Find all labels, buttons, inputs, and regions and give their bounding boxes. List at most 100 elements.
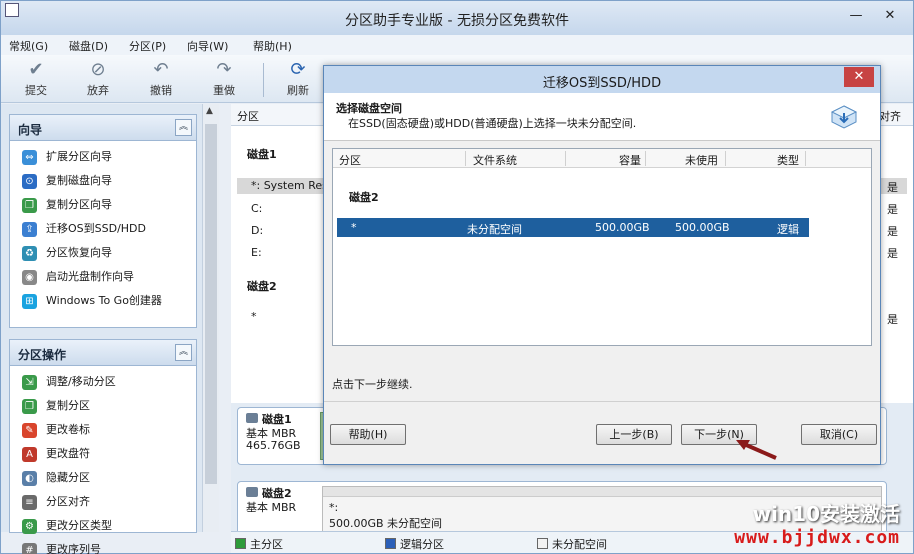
refresh-icon: ⟳ (290, 59, 306, 80)
copy-disk-icon: ⊙ (22, 174, 37, 189)
disk-space-list: 分区 文件系统 容量 未使用 类型 磁盘2 * 未分配空间 500.00GB 5… (332, 148, 872, 346)
migrate-os-dialog: 迁移OS到SSD/HDD ✕ 选择磁盘空间 在SSD(固态硬盘)或HDD(普通硬… (323, 65, 881, 465)
partition-ops-header: 分区操作 ︽ (10, 340, 196, 366)
wizard-migrate-os[interactable]: ⇪ 迁移OS到SSD/HDD (10, 217, 196, 241)
wizard-extend-partition[interactable]: ⇔ 扩展分区向导 (10, 145, 196, 169)
op-change-type[interactable]: ⚙ 更改分区类型 (10, 514, 196, 538)
disk2-usage-bar (323, 487, 881, 497)
serial-icon: # (22, 543, 37, 554)
copy-partition-icon: ❐ (22, 198, 37, 213)
op-hide-partition[interactable]: ◐ 隐藏分区 (10, 466, 196, 490)
align-icon: ≡ (22, 495, 37, 510)
undo-icon: ↶ (153, 59, 169, 80)
migrate-os-icon: ⇪ (22, 222, 37, 237)
menu-help[interactable]: 帮助(H) (253, 38, 292, 54)
legend-unallocated: 未分配空间 (537, 536, 607, 552)
commit-button[interactable]: ✔ 提交 (11, 59, 61, 101)
unallocated-space-row[interactable]: * 未分配空间 500.00GB 500.00GB 逻辑 (337, 218, 809, 237)
type-icon: ⚙ (22, 519, 37, 534)
col-divider (565, 151, 566, 166)
menu-partition[interactable]: 分区(P) (129, 38, 166, 54)
minimize-button[interactable]: — (843, 5, 869, 27)
legend-logical-swatch (385, 538, 396, 549)
dialog-close-button[interactable]: ✕ (844, 67, 874, 87)
wizard-partition-recovery[interactable]: ♻ 分区恢复向导 (10, 241, 196, 265)
toolbar-separator (263, 63, 264, 97)
wizard-group-header: 向导 ︽ (10, 115, 196, 141)
label-icon: ✎ (22, 423, 37, 438)
op-align-partition[interactable]: ≡ 分区对齐 (10, 490, 196, 514)
dialog-hint: 点击下一步继续. (332, 378, 413, 391)
left-pane: 向导 ︽ ⇔ 扩展分区向导 ⊙ 复制磁盘向导 ❐ 复制分区向导 ⇪ 迁移OS到SSD/H… (1, 104, 219, 554)
menu-general[interactable]: 常规(G) (9, 38, 48, 54)
disk1-label: 磁盘1 (247, 148, 277, 161)
dialog-separator (324, 401, 880, 402)
check-icon: ✔ (28, 59, 44, 80)
menu-wizard[interactable]: 向导(W) (187, 38, 228, 54)
table-row-unallocated[interactable]: * (251, 310, 257, 323)
menu-disk[interactable]: 磁盘(D) (69, 38, 108, 54)
col-divider (645, 151, 646, 166)
table-row-sysres[interactable]: *: System Rese (237, 178, 335, 194)
wizard-boot-cd[interactable]: ◉ 启动光盘制作向导 (10, 265, 196, 289)
left-scrollbar[interactable]: ▲ (202, 104, 219, 532)
col-free[interactable]: 未使用 (685, 152, 718, 168)
watermark-line1: win10安装激活 (752, 502, 900, 526)
disk-icon (246, 413, 258, 423)
col-divider (805, 151, 806, 166)
undo-button[interactable]: ↶ 撤销 (136, 59, 186, 101)
disk-icon (246, 487, 258, 497)
help-button[interactable]: 帮助(H) (330, 424, 406, 445)
close-button[interactable]: ✕ (877, 5, 903, 27)
legend-unallocated-swatch (537, 538, 548, 549)
col-filesystem[interactable]: 文件系统 (473, 152, 517, 168)
window-title: 分区助手专业版 - 无损分区免费软件 (345, 13, 569, 29)
red-arrow-annotation (736, 440, 777, 460)
col-capacity[interactable]: 容量 (619, 152, 641, 168)
op-change-label[interactable]: ✎ 更改卷标 (10, 418, 196, 442)
wizard-copy-partition[interactable]: ❐ 复制分区向导 (10, 193, 196, 217)
title-bar: 分区助手专业版 - 无损分区免费软件 — ✕ (1, 1, 913, 35)
table-row-c[interactable]: C: (251, 202, 262, 215)
cancel-button[interactable]: 取消(C) (801, 424, 877, 445)
drive-letter-icon: A (22, 447, 37, 462)
discard-button[interactable]: ⊘ 放弃 (73, 59, 123, 101)
scroll-up-icon[interactable]: ▲ (206, 106, 213, 116)
table-row-e[interactable]: E: (251, 246, 262, 259)
wizard-copy-disk[interactable]: ⊙ 复制磁盘向导 (10, 169, 196, 193)
dialog-header: 选择磁盘空间 在SSD(固态硬盘)或HDD(普通硬盘)上选择一块未分配空间. (324, 93, 880, 141)
dialog-title-bar: 迁移OS到SSD/HDD ✕ (324, 66, 880, 93)
op-change-letter[interactable]: A 更改盘符 (10, 442, 196, 466)
resize-icon: ⇲ (22, 375, 37, 390)
menu-bar: 常规(G) 磁盘(D) 分区(P) 向导(W) 帮助(H) (1, 35, 913, 55)
legend-logical: 逻辑分区 (385, 536, 444, 552)
col-type[interactable]: 类型 (777, 152, 799, 168)
op-resize-move[interactable]: ⇲ 调整/移动分区 (10, 370, 196, 394)
col-partition[interactable]: 分区 (339, 152, 361, 168)
boot-cd-icon: ◉ (22, 270, 37, 285)
table-row-d[interactable]: D: (251, 224, 263, 237)
wizard-windows-to-go[interactable]: ⊞ Windows To Go创建器 (10, 289, 196, 313)
disk2-label: 磁盘2 (247, 280, 277, 293)
copy-partition-icon: ❐ (22, 399, 37, 414)
hide-icon: ◐ (22, 471, 37, 486)
watermark: win10安装激活 www.bjjdwx.com (734, 498, 900, 548)
previous-button[interactable]: 上一步(B) (596, 424, 672, 445)
op-copy-partition[interactable]: ❐ 复制分区 (10, 394, 196, 418)
op-change-serial[interactable]: # 更改序列号 (10, 538, 196, 554)
wizard-group: 向导 ︽ ⇔ 扩展分区向导 ⊙ 复制磁盘向导 ❐ 复制分区向导 ⇪ 迁移OS到SSD/H… (9, 114, 197, 328)
redo-icon: ↷ (216, 59, 232, 80)
legend-primary-swatch (235, 538, 246, 549)
left-scroll-thumb[interactable] (205, 124, 217, 484)
legend-primary: 主分区 (235, 536, 283, 552)
redo-button[interactable]: ↷ 重做 (199, 59, 249, 101)
dialog-step-title: 选择磁盘空间 (336, 102, 402, 115)
refresh-button[interactable]: ⟳ 刷新 (273, 59, 323, 101)
dialog-step-description: 在SSD(固态硬盘)或HDD(普通硬盘)上选择一块未分配空间. (348, 117, 637, 130)
dialog-title: 迁移OS到SSD/HDD (542, 76, 662, 91)
disk2-group-label: 磁盘2 (349, 191, 379, 204)
collapse-icon[interactable]: ︽ (175, 344, 192, 361)
col-divider (465, 151, 466, 166)
disk-migrate-icon (830, 105, 858, 129)
collapse-icon[interactable]: ︽ (175, 119, 192, 136)
